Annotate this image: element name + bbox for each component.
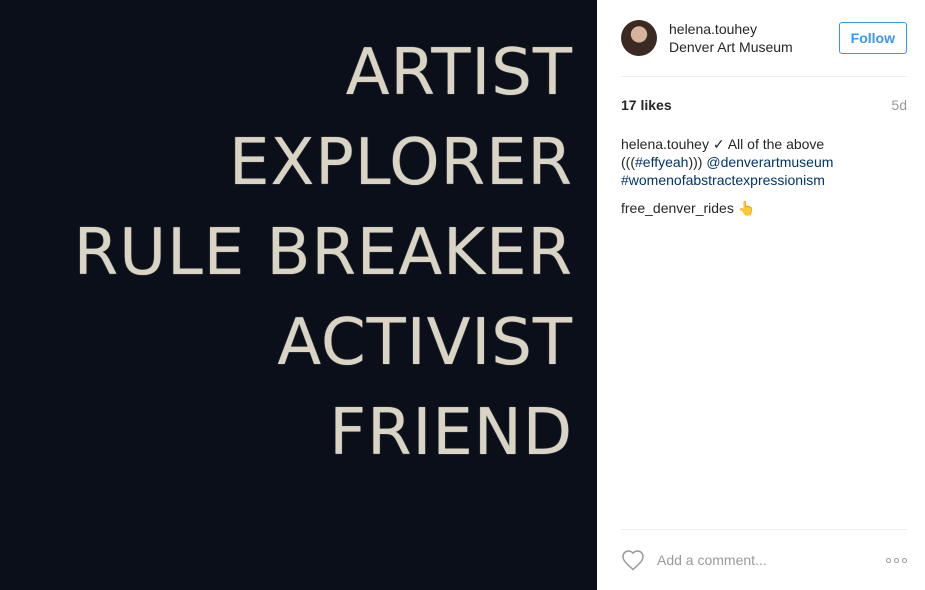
more-dot	[894, 557, 899, 563]
comment-input[interactable]	[655, 551, 886, 569]
photo-line-rule-breaker: RULE BREAKER	[73, 216, 573, 290]
post-container: ARTIST EXPLORER RULE BREAKER ACTIVIST FR…	[0, 0, 925, 590]
more-dot	[902, 557, 907, 563]
photo-line-activist: ACTIVIST	[277, 306, 573, 380]
caption-hashtag-abstract[interactable]: #womenofabstractexpressionism	[621, 172, 825, 188]
caption-block: helena.touhey ✓ All of the above (((#eff…	[621, 135, 907, 217]
comment-text: 👆	[737, 200, 756, 216]
photo-line-artist: ARTIST	[345, 36, 573, 110]
more-options-icon[interactable]	[886, 557, 907, 563]
user-block: helena.touhey Denver Art Museum	[669, 20, 839, 56]
caption-mention[interactable]: @denverartmuseum	[706, 154, 833, 170]
photo-line-explorer: EXPLORER	[229, 126, 573, 200]
post-sidebar: helena.touhey Denver Art Museum Follow 1…	[597, 0, 925, 590]
comment-username[interactable]: free_denver_rides	[621, 200, 734, 216]
photo-text-block: ARTIST EXPLORER RULE BREAKER ACTIVIST FR…	[74, 28, 573, 478]
avatar[interactable]	[621, 20, 657, 56]
post-header: helena.touhey Denver Art Museum Follow	[621, 0, 907, 77]
post-stats: 17 likes 5d	[621, 97, 907, 113]
caption-hashtag-effyeah[interactable]: #effyeah	[635, 154, 688, 170]
caption-text-2: )))	[688, 154, 703, 170]
caption: helena.touhey ✓ All of the above (((#eff…	[621, 135, 907, 189]
likes-count[interactable]: 17 likes	[621, 97, 672, 113]
follow-button[interactable]: Follow	[838, 22, 907, 54]
header-username[interactable]: helena.touhey	[669, 20, 839, 38]
caption-username[interactable]: helena.touhey	[621, 136, 709, 152]
heart-icon[interactable]	[621, 549, 645, 571]
post-age[interactable]: 5d	[891, 97, 907, 113]
comment-item: free_denver_rides 👆	[621, 199, 907, 217]
header-location[interactable]: Denver Art Museum	[669, 38, 839, 56]
photo-line-friend: FRIEND	[329, 396, 573, 470]
post-photo[interactable]: ARTIST EXPLORER RULE BREAKER ACTIVIST FR…	[0, 0, 597, 590]
post-footer	[621, 529, 907, 590]
more-dot	[886, 557, 891, 563]
